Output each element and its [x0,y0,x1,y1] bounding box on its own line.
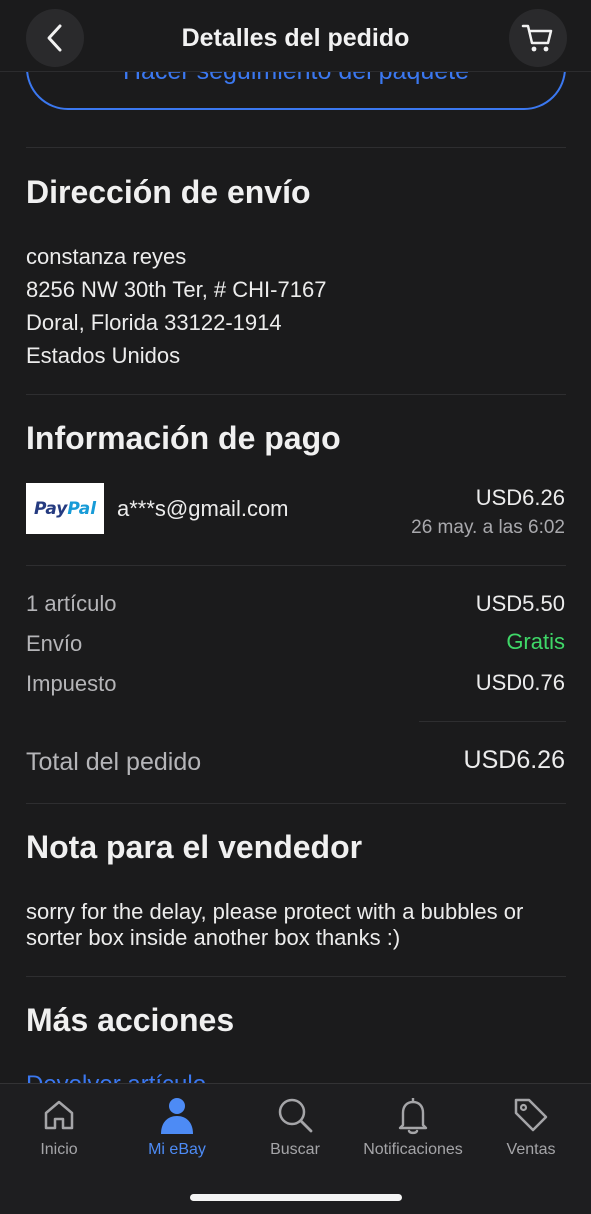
tax-value: USD0.76 [475,670,565,695]
items-subtotal: USD5.50 [475,591,565,616]
tab-label: Notificaciones [363,1141,463,1158]
tab-label: Buscar [270,1141,320,1158]
order-total-value: USD6.26 [463,746,565,774]
tab-inicio[interactable]: Inicio [0,1084,118,1174]
shipping-name: constanza reyes [26,244,187,269]
shipping-address-title: Dirección de envío [26,174,311,210]
tax-label: Impuesto [26,671,117,696]
tab-label: Ventas [506,1141,556,1158]
divider [26,803,566,804]
paypal-logo: PayPal [26,483,104,534]
tab-notificaciones[interactable]: Notificaciones [354,1084,472,1174]
divider [26,565,566,566]
home-icon [44,1100,74,1130]
top-navigation-bar: Detalles del pedido [0,0,591,72]
tab-label: Mi eBay [148,1141,206,1158]
divider [26,394,566,395]
tab-label: Inicio [40,1141,78,1158]
search-icon [278,1098,313,1133]
shipping-cost-label: Envío [26,631,83,656]
shipping-street: 8256 NW 30th Ter, # CHI-7167 [26,277,327,302]
divider [26,976,566,977]
seller-note-title: Nota para el vendedor [26,829,363,865]
order-details-content: Hacer seguimiento del paquete Dirección … [0,0,591,1083]
items-count-label: 1 artículo [26,591,117,616]
tab-buscar[interactable]: Buscar [236,1084,354,1174]
total-divider [419,721,566,722]
tab-ventas[interactable]: Ventas [472,1084,590,1174]
seller-note-text: sorry for the delay, please protect with… [26,899,524,950]
payment-amount: USD6.26 [475,485,565,510]
profile-icon [161,1098,193,1134]
payment-date: 26 may. a las 6:02 [411,517,565,538]
shipping-cost-value: Gratis [506,629,565,654]
bottom-tab-bar: Inicio Mi eBay Buscar Notificaciones Ven… [0,1083,591,1214]
paypal-logo-text-right: Pal [67,498,97,519]
return-item-link[interactable]: Devolver artículo [26,1071,206,1083]
page-title: Detalles del pedido [181,24,410,52]
tab-mi-ebay[interactable]: Mi eBay [118,1084,236,1174]
chevron-left-icon [47,24,62,52]
payment-info-title: Información de pago [26,420,341,456]
home-indicator [190,1194,402,1201]
back-button[interactable] [26,9,84,67]
cart-button[interactable] [509,9,567,67]
payment-email: a***s@gmail.com [117,496,289,521]
shipping-country: Estados Unidos [26,343,181,368]
order-total-label: Total del pedido [26,748,202,776]
cart-icon [521,24,553,52]
bell-icon [398,1098,428,1135]
divider [26,147,566,148]
paypal-logo-text-left: Pay [33,498,68,519]
tag-icon [514,1098,548,1132]
more-actions-title: Más acciones [26,1002,235,1038]
shipping-city: Doral, Florida 33122-1914 [26,310,282,335]
